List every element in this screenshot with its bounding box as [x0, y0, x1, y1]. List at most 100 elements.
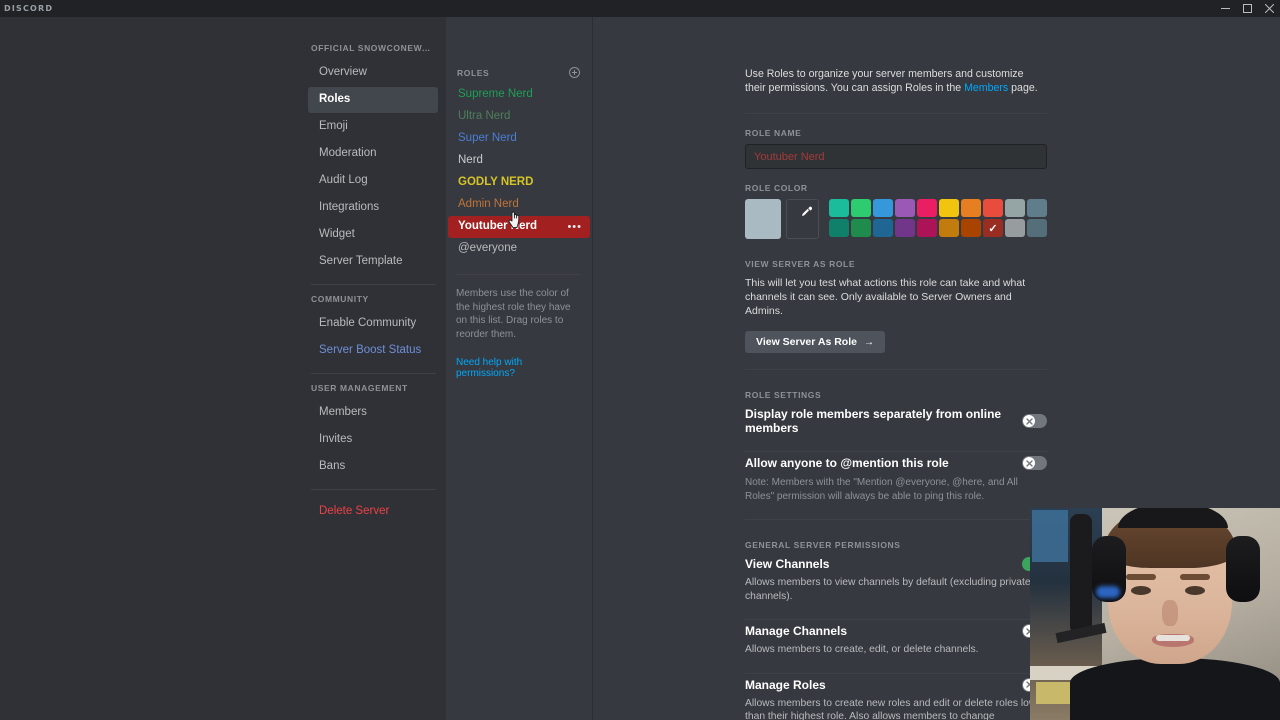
- role-item-supreme-nerd[interactable]: Supreme Nerd: [448, 84, 590, 106]
- intro-text-part2: page.: [1008, 82, 1038, 94]
- color-swatch[interactable]: [917, 199, 937, 217]
- sidebar-item-integrations[interactable]: Integrations: [308, 195, 438, 221]
- maximize-icon[interactable]: [1236, 0, 1258, 17]
- color-swatch[interactable]: [873, 199, 893, 217]
- webcam-person-shirt: [1070, 658, 1280, 720]
- color-swatch[interactable]: [939, 199, 959, 217]
- allow-mention-toggle[interactable]: [1022, 456, 1047, 470]
- color-swatch[interactable]: [895, 199, 915, 217]
- color-swatch[interactable]: [917, 219, 937, 237]
- sidebar-item-members[interactable]: Members: [308, 400, 438, 426]
- view-channels-description: Allows members to view channels by defau…: [745, 577, 1031, 602]
- color-swatch[interactable]: [1005, 199, 1025, 217]
- sidebar-item-emoji[interactable]: Emoji: [308, 114, 438, 140]
- display-separately-toggle[interactable]: [1022, 414, 1047, 428]
- roles-list-header: ROLES: [446, 67, 592, 84]
- color-swatch[interactable]: [961, 199, 981, 217]
- custom-color-button[interactable]: [785, 199, 819, 239]
- view-server-as-role-button[interactable]: View Server As Role →: [745, 331, 885, 353]
- window-controls: [1214, 0, 1280, 17]
- content-column: Use Roles to organize your server member…: [745, 67, 1047, 720]
- color-swatch[interactable]: [829, 199, 849, 217]
- minimize-icon[interactable]: [1214, 0, 1236, 17]
- permission-label: Manage Roles: [745, 677, 826, 692]
- color-swatch[interactable]: [851, 219, 871, 237]
- members-link[interactable]: Members: [964, 82, 1008, 94]
- sidebar-left-gutter: [0, 17, 300, 720]
- webcam-headset-band: [1118, 508, 1228, 528]
- role-color-label: ROLE COLOR: [745, 183, 808, 193]
- permissions-help-link[interactable]: Need help with permissions?: [446, 341, 592, 379]
- webcam-overlay: [1030, 508, 1280, 720]
- content-divider-2: [745, 369, 1047, 370]
- setting-label-part1: Allow anyone to: [745, 456, 841, 470]
- webcam-microphone: [1070, 514, 1092, 634]
- sidebar-item-invites[interactable]: Invites: [308, 427, 438, 453]
- setting-row-display-separately: Display role members separately from onl…: [745, 407, 1047, 435]
- discord-wordmark: DISCORD: [4, 4, 54, 13]
- sidebar-item-audit-log[interactable]: Audit Log: [308, 168, 438, 194]
- sidebar-item-delete-server[interactable]: Delete Server: [308, 499, 438, 525]
- role-options-icon[interactable]: •••: [567, 221, 582, 232]
- role-settings-label: ROLE SETTINGS: [745, 390, 822, 400]
- permission-row-manage-channels: Manage Channels: [745, 624, 1047, 638]
- toggle-knob-off-icon: [1023, 415, 1035, 427]
- color-swatch[interactable]: [939, 219, 959, 237]
- role-item-ultra-nerd[interactable]: Ultra Nerd: [448, 106, 590, 128]
- toggle-knob-off-icon: [1023, 457, 1035, 469]
- sidebar-item-server-template[interactable]: Server Template: [308, 249, 438, 275]
- checkmark-icon: ✓: [988, 222, 998, 235]
- pointer-hand-cursor: [508, 210, 522, 230]
- sidebar-item-roles[interactable]: Roles: [308, 87, 438, 113]
- view-server-as-role-description: This will let you test what actions this…: [745, 277, 1026, 317]
- manage-channels-description: Allows members to create, edit, or delet…: [745, 644, 979, 655]
- permission-label: View Channels: [745, 557, 830, 571]
- webcam-teeth: [1156, 635, 1190, 641]
- color-swatch[interactable]: [961, 219, 981, 237]
- color-swatch[interactable]: [1027, 219, 1047, 237]
- content-divider-4: [745, 519, 1047, 520]
- role-item-godly-nerd[interactable]: GODLY NERD: [448, 172, 590, 194]
- sidebar-item-server-boost-status[interactable]: Server Boost Status: [308, 338, 438, 364]
- roles-list-panel: ROLES Supreme Nerd Ultra Nerd Super Nerd…: [446, 17, 593, 720]
- sidebar-item-widget[interactable]: Widget: [308, 222, 438, 248]
- role-name-value: Youtuber Nerd: [754, 150, 825, 163]
- sidebar-item-moderation[interactable]: Moderation: [308, 141, 438, 167]
- color-swatch[interactable]: [895, 219, 915, 237]
- sidebar-item-overview[interactable]: Overview: [308, 60, 438, 86]
- webcam-eye-right: [1185, 586, 1205, 595]
- eyedropper-icon[interactable]: [800, 205, 813, 217]
- roles-reorder-note: Members use the color of the highest rol…: [456, 288, 571, 340]
- webcam-eye-left: [1131, 586, 1151, 595]
- settings-sidebar: OFFICIAL SNOWCONEWARRI... Overview Roles…: [300, 17, 446, 720]
- color-swatch[interactable]: [829, 219, 849, 237]
- setting-label-mention: @mention: [840, 456, 899, 470]
- role-color-picker: ✓: [745, 199, 1047, 239]
- role-name-input[interactable]: Youtuber Nerd: [745, 144, 1047, 169]
- webcam-eyebrow-left: [1126, 574, 1156, 580]
- color-preview-swatch[interactable]: [745, 199, 781, 239]
- color-swatch[interactable]: [1027, 199, 1047, 217]
- roles-intro-text: Use Roles to organize your server member…: [745, 67, 1047, 95]
- color-swatch[interactable]: [1005, 219, 1025, 237]
- general-server-permissions-label: GENERAL SERVER PERMISSIONS: [745, 540, 901, 550]
- color-swatch[interactable]: [873, 219, 893, 237]
- role-label: Supreme Nerd: [458, 88, 533, 100]
- color-swatch[interactable]: [851, 199, 871, 217]
- roles-header-label: ROLES: [457, 67, 490, 78]
- close-icon[interactable]: [1258, 0, 1280, 17]
- add-role-icon[interactable]: [569, 67, 580, 78]
- color-swatch-selected[interactable]: ✓: [983, 219, 1003, 237]
- content-divider-3: [745, 451, 1047, 452]
- sidebar-item-bans[interactable]: Bans: [308, 454, 438, 480]
- role-item-everyone[interactable]: @everyone: [448, 238, 590, 260]
- role-label: Youtuber Nerd: [458, 220, 538, 232]
- color-swatch[interactable]: [983, 199, 1003, 217]
- role-name-label: ROLE NAME: [745, 128, 802, 138]
- sidebar-item-enable-community[interactable]: Enable Community: [308, 311, 438, 337]
- allow-mention-note: Note: Members with the "Mention @everyon…: [745, 477, 1018, 502]
- role-item-nerd[interactable]: Nerd: [448, 150, 590, 172]
- role-item-super-nerd[interactable]: Super Nerd: [448, 128, 590, 150]
- roles-divider: [456, 274, 582, 275]
- sidebar-section-user-management: USER MANAGEMENT: [311, 383, 408, 393]
